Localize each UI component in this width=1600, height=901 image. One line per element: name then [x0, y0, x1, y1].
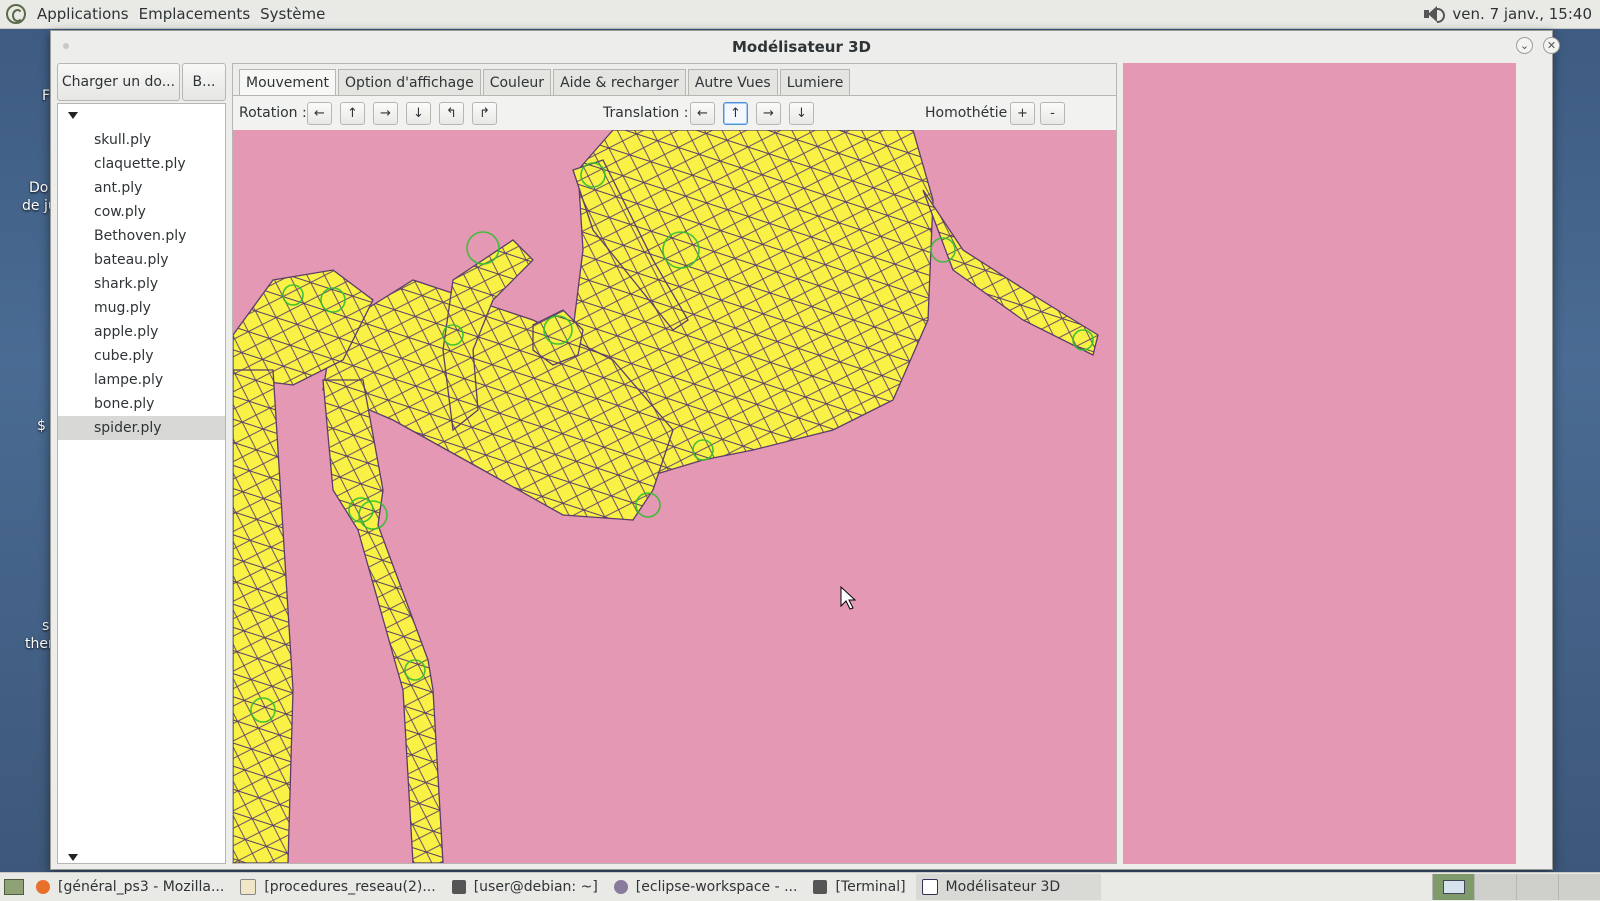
show-desktop-icon[interactable] [4, 879, 24, 895]
workspace-2[interactable] [1474, 874, 1516, 900]
window-title: Modélisateur 3D [731, 37, 871, 56]
app-window: Modélisateur 3D ⌄ ✕ Charger un do... B..… [50, 30, 1560, 870]
file-list-item[interactable]: skull.ply [58, 128, 225, 152]
task-label: [user@debian: ~] [473, 879, 598, 895]
menu-systeme[interactable]: Système [255, 5, 330, 23]
eclipse-icon [613, 880, 628, 894]
file-list-item[interactable]: bateau.ply [58, 248, 225, 272]
file-list-item[interactable]: bone.ply [58, 392, 225, 416]
tab-autre-vues[interactable]: Autre Vues [687, 69, 778, 95]
menu-emplacements[interactable]: Emplacements [134, 5, 256, 23]
tab-mouvement[interactable]: Mouvement [239, 69, 337, 95]
tree-expand-icon[interactable] [68, 112, 78, 119]
file-tree[interactable]: skull.ply claquette.ply ant.ply cow.ply Beth… [57, 103, 226, 864]
rotate-cw-button[interactable]: ↱ [472, 102, 497, 125]
scroll-down-icon[interactable] [68, 854, 78, 861]
task-terminal[interactable]: [Terminal] [807, 874, 915, 900]
tab-option-affichage[interactable]: Option d'affichage [338, 69, 481, 95]
tab-couleur[interactable]: Couleur [482, 69, 552, 95]
volume-icon[interactable] [1422, 5, 1446, 23]
bottom-taskbar: [général_ps3 - Mozilla... [procedures_re… [0, 872, 1600, 901]
file-list-item[interactable]: claquette.ply [58, 152, 225, 176]
task-eclipse[interactable]: [eclipse-workspace - ... [608, 874, 808, 900]
firefox-icon [36, 880, 50, 894]
file-list-item[interactable]: ant.ply [58, 176, 225, 200]
workspace-1[interactable] [1432, 874, 1474, 900]
file-list-item[interactable]: spider.ply [58, 416, 225, 440]
desktop-label-fragment: Do [29, 180, 49, 196]
rotate-ccw-button[interactable]: ↰ [439, 102, 464, 125]
zoom-out-button[interactable]: - [1040, 102, 1065, 125]
workspace-switcher [1432, 874, 1600, 900]
rotation-label: Rotation : [239, 105, 307, 121]
load-document-button[interactable]: Charger un do... [57, 63, 180, 101]
b-button[interactable]: B... [182, 63, 226, 101]
tab-aide-recharger[interactable]: Aide & recharger [553, 69, 686, 95]
file-sidebar: Charger un do... B... skull.ply claquette… [57, 63, 226, 864]
task-label: [général_ps3 - Mozilla... [58, 879, 225, 895]
translate-left-button[interactable]: ← [690, 102, 715, 125]
minimize-icon[interactable]: ⌄ [1516, 37, 1533, 54]
tab-lumiere[interactable]: Lumiere [779, 69, 851, 95]
movement-toolbar: Rotation : ← ↑ → ↓ ↰ ↱ Translation : ← ↑… [233, 96, 1116, 130]
zoom-in-button[interactable]: + [1010, 102, 1035, 125]
translate-down-button[interactable]: ↓ [789, 102, 814, 125]
translate-up-button[interactable]: ↑ [723, 102, 748, 125]
translate-right-button[interactable]: → [756, 102, 781, 125]
clock[interactable]: ven. 7 janv., 15:40 [1452, 5, 1592, 23]
file-list-item[interactable]: shark.ply [58, 272, 225, 296]
homothetie-label: Homothétie : [925, 105, 1017, 121]
task-label: [eclipse-workspace - ... [635, 879, 798, 895]
rotate-left-button[interactable]: ← [307, 102, 332, 125]
workspace-4[interactable] [1558, 874, 1600, 900]
rotate-down-button[interactable]: ↓ [406, 102, 431, 125]
file-list-item[interactable]: cow.ply [58, 200, 225, 224]
secondary-view-pane[interactable] [1123, 63, 1516, 864]
desktop-label-fragment: s [42, 618, 50, 634]
task-modelisateur[interactable]: Modélisateur 3D [915, 874, 1101, 900]
rotate-right-button[interactable]: → [373, 102, 398, 125]
workspace-3[interactable] [1516, 874, 1558, 900]
mouse-cursor-icon [840, 585, 857, 610]
file-list-item[interactable]: cube.ply [58, 344, 225, 368]
task-label: Modélisateur 3D [945, 879, 1061, 895]
close-icon[interactable]: ✕ [1543, 37, 1560, 54]
desktop-label-fragment: $ [37, 418, 46, 434]
top-panel-tray: ven. 7 janv., 15:40 [1422, 0, 1592, 28]
file-list-item[interactable]: mug.ply [58, 296, 225, 320]
rotate-up-button[interactable]: ↑ [340, 102, 365, 125]
task-text-editor[interactable]: [procedures_reseau(2)... [234, 874, 445, 900]
3d-viewport[interactable] [233, 130, 1116, 863]
tab-bar: Mouvement Option d'affichage Couleur Aid… [239, 69, 851, 95]
terminal-icon [813, 880, 828, 894]
task-firefox[interactable]: [général_ps3 - Mozilla... [30, 874, 234, 900]
file-list-item[interactable]: lampe.ply [58, 368, 225, 392]
debian-logo-icon[interactable] [6, 4, 26, 24]
main-panel: Mouvement Option d'affichage Couleur Aid… [232, 63, 1117, 864]
top-panel: Applications Emplacements Système ven. 7… [0, 0, 1600, 29]
menu-applications[interactable]: Applications [32, 5, 134, 23]
file-list-item[interactable]: apple.ply [58, 320, 225, 344]
translation-label: Translation : [603, 105, 689, 121]
text-editor-icon [240, 879, 257, 895]
window-icon [921, 879, 938, 895]
task-terminal-user[interactable]: [user@debian: ~] [446, 874, 608, 900]
spider-mesh-render [233, 130, 1099, 863]
file-list-item[interactable]: Bethoven.ply [58, 224, 225, 248]
desktop-label-fragment: F [42, 88, 51, 104]
task-label: [procedures_reseau(2)... [264, 879, 436, 895]
terminal-icon [451, 880, 466, 894]
window-titlebar[interactable]: Modélisateur 3D ⌄ ✕ [51, 31, 1560, 62]
task-label: [Terminal] [835, 879, 906, 895]
window-menu-icon[interactable] [63, 43, 69, 49]
